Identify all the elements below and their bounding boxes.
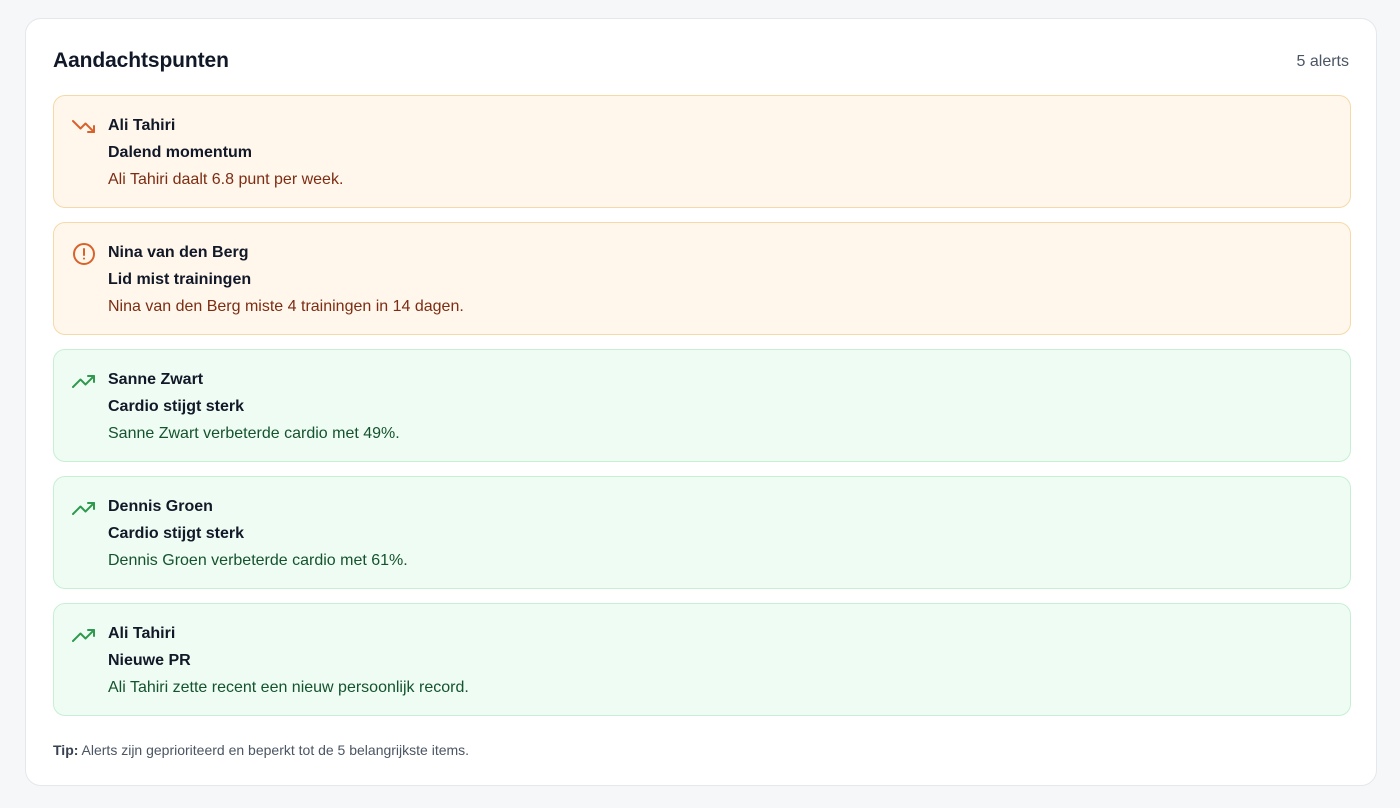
alert-message: Ali Tahiri zette recent een nieuw persoo…: [108, 679, 469, 696]
trending-down-icon: [72, 115, 96, 139]
alert-member-name: Sanne Zwart: [108, 371, 204, 388]
alert-message: Dennis Groen verbeterde cardio met 61%.: [108, 552, 408, 569]
alert-circle-icon: [72, 242, 96, 266]
alert-count: 5 alerts: [1296, 53, 1349, 70]
alert-title: Nieuwe PR: [108, 652, 191, 669]
alert-message: Sanne Zwart verbeterde cardio met 49%.: [108, 425, 400, 442]
alert-title: Lid mist trainingen: [108, 271, 252, 288]
alert-item[interactable]: Ali Tahiri Nieuwe PR Ali Tahiri zette re…: [53, 603, 1351, 716]
alert-member-name: Ali Tahiri: [108, 117, 176, 134]
trending-up-icon: [72, 369, 96, 393]
alert-list: Ali Tahiri Dalend momentum Ali Tahiri da…: [53, 95, 1351, 730]
alert-item[interactable]: Sanne Zwart Cardio stijgt sterk Sanne Zw…: [53, 349, 1351, 462]
alert-title: Dalend momentum: [108, 144, 253, 161]
trending-up-icon: [72, 623, 96, 647]
alert-message: Ali Tahiri daalt 6.8 punt per week.: [108, 171, 344, 188]
alert-title: Cardio stijgt sterk: [108, 398, 245, 415]
panel-header: Aandachtspunten 5 alerts: [53, 47, 1349, 77]
alerts-panel: Aandachtspunten 5 alerts Ali Tahiri Dale…: [25, 18, 1377, 786]
tip-note: Tip: Alerts zijn geprioriteerd en beperk…: [53, 742, 469, 758]
alert-member-name: Nina van den Berg: [108, 244, 249, 261]
alert-title: Cardio stijgt sterk: [108, 525, 245, 542]
alert-item[interactable]: Dennis Groen Cardio stijgt sterk Dennis …: [53, 476, 1351, 589]
alert-message: Nina van den Berg miste 4 trainingen in …: [108, 298, 464, 315]
alert-item[interactable]: Ali Tahiri Dalend momentum Ali Tahiri da…: [53, 95, 1351, 208]
tip-label: Tip:: [53, 742, 79, 758]
alert-member-name: Ali Tahiri: [108, 625, 176, 642]
trending-up-icon: [72, 496, 96, 520]
alert-member-name: Dennis Groen: [108, 498, 213, 515]
tip-text: Alerts zijn geprioriteerd en beperkt tot…: [81, 742, 470, 758]
alert-item[interactable]: Nina van den Berg Lid mist trainingen Ni…: [53, 222, 1351, 335]
panel-title: Aandachtspunten: [53, 49, 229, 72]
